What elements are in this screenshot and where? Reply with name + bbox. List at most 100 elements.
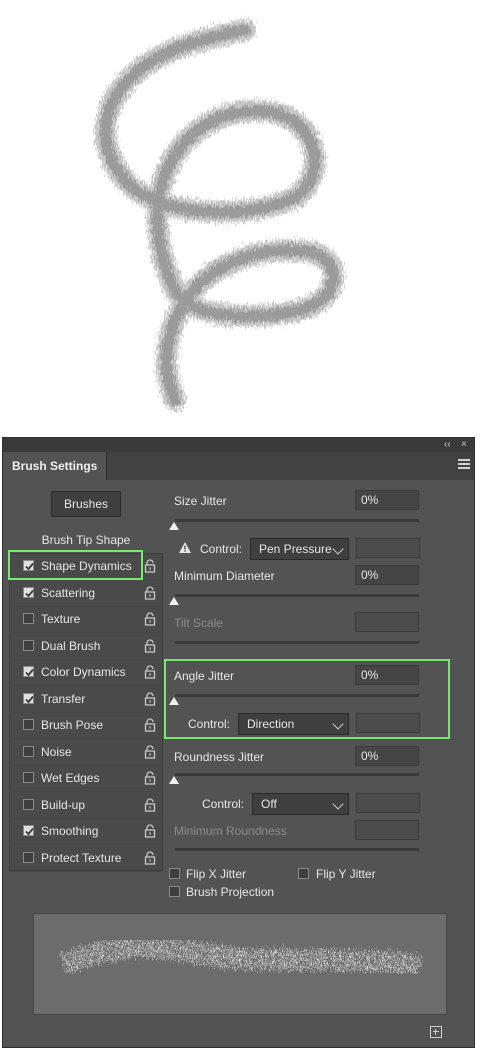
option-color-dynamics[interactable]: Color Dynamics (9, 659, 161, 686)
lock-icon[interactable] (143, 744, 157, 759)
lock-icon[interactable] (143, 797, 157, 812)
roundness-jitter-label: Roundness Jitter (174, 750, 265, 764)
lock-icon[interactable] (143, 638, 157, 653)
lock-icon[interactable] (143, 824, 157, 838)
lock-icon[interactable] (143, 691, 157, 706)
lock-icon[interactable] (143, 771, 157, 785)
option-label: Brush Pose (41, 718, 104, 732)
minimum-diameter-thumb[interactable] (169, 597, 179, 605)
flip-y-checkbox[interactable] (298, 868, 309, 879)
option-label: Smoothing (41, 824, 99, 838)
option-label: Protect Texture (41, 850, 122, 865)
control-value-1 (356, 538, 420, 558)
minimum-roundness-input (355, 820, 419, 840)
option-noise[interactable]: Noise (9, 739, 161, 766)
option-checkbox[interactable] (23, 851, 34, 863)
minimum-roundness-slider (175, 848, 419, 851)
minimum-roundness-label: Minimum Roundness (174, 824, 287, 838)
lock-icon[interactable] (143, 612, 157, 626)
option-label: Wet Edges (41, 771, 100, 785)
tilt-scale-input (355, 612, 419, 632)
option-checkbox[interactable] (23, 825, 34, 836)
option-label: Texture (41, 612, 81, 626)
lock-icon[interactable] (143, 559, 157, 573)
option-build-up[interactable]: Build-up (9, 792, 161, 819)
option-label: Color Dynamics (41, 665, 126, 679)
collapse-icon[interactable]: ‹‹ (444, 438, 451, 452)
lock-icon[interactable] (143, 718, 157, 732)
roundness-jitter-input[interactable]: 0% (355, 746, 419, 766)
option-texture[interactable]: Texture (9, 606, 161, 633)
brush-stroke-preview (33, 913, 447, 1015)
control-select-3[interactable]: Off (252, 793, 349, 815)
tab-row: Brush Settings (3, 452, 474, 480)
option-checkbox[interactable] (23, 692, 34, 704)
option-dual-brush[interactable]: Dual Brush (9, 633, 161, 660)
option-checkbox[interactable] (23, 613, 34, 624)
angle-jitter-input[interactable]: 0% (355, 665, 419, 685)
tab-brush-settings[interactable]: Brush Settings (3, 452, 108, 480)
flip-x-label: Flip X Jitter (186, 867, 247, 881)
brush-projection-label: Brush Projection (186, 885, 275, 899)
tilt-scale-slider (175, 641, 419, 644)
option-checkbox[interactable] (23, 639, 34, 651)
shape-dynamics-highlight (8, 550, 143, 580)
chevron-down-icon (332, 543, 344, 555)
option-checkbox[interactable] (23, 666, 34, 677)
brush-settings-panel: ‹‹ × Brush Settings Brushes Brush Tip Sh… (2, 437, 475, 1048)
option-protect-texture[interactable]: Protect Texture (9, 845, 161, 872)
warning-icon (179, 542, 191, 553)
brush-stroke-canvas (94, 19, 345, 411)
option-scattering[interactable]: Scattering (9, 580, 161, 607)
option-label: Build-up (41, 797, 86, 812)
preview-stroke (59, 936, 421, 977)
option-brush-pose[interactable]: Brush Pose (9, 712, 161, 739)
panel-menu-icon[interactable] (458, 459, 470, 471)
option-wet-edges[interactable]: Wet Edges (9, 765, 161, 792)
control-label-3: Control: (202, 797, 245, 811)
control-select-2[interactable]: Direction (238, 713, 349, 735)
control-select-1[interactable]: Pen Pressure (250, 538, 349, 560)
flip-y-label: Flip Y Jitter (316, 867, 376, 881)
size-jitter-thumb[interactable] (169, 522, 179, 530)
chevron-down-icon (332, 798, 344, 810)
lock-icon[interactable] (143, 665, 157, 679)
lock-icon[interactable] (143, 585, 157, 600)
control-value-2 (356, 713, 420, 733)
chevron-down-icon (332, 718, 344, 730)
roundness-jitter-slider[interactable] (175, 773, 419, 776)
roundness-jitter-thumb[interactable] (169, 776, 179, 784)
option-checkbox[interactable] (23, 772, 34, 783)
option-transfer[interactable]: Transfer (9, 686, 161, 713)
option-label: Scattering (41, 585, 96, 600)
option-smoothing[interactable]: Smoothing (9, 818, 161, 845)
new-preset-icon[interactable] (430, 1026, 442, 1038)
size-jitter-slider[interactable] (175, 519, 419, 522)
option-label: Dual Brush (41, 638, 101, 653)
brush-projection-checkbox[interactable] (169, 886, 180, 897)
control-value-3 (356, 793, 420, 813)
tilt-scale-label: Tilt Scale (174, 616, 223, 630)
close-icon[interactable]: × (461, 438, 467, 452)
size-jitter-label: Size Jitter (174, 494, 227, 508)
lock-icon[interactable] (143, 850, 157, 865)
minimum-diameter-slider[interactable] (175, 594, 419, 597)
panel-top-bar: ‹‹ × (3, 438, 474, 452)
control-label-2: Control: (188, 717, 231, 731)
angle-jitter-thumb[interactable] (169, 697, 179, 705)
brush-options-list: Brush Tip Shape Shape Dynamics Scattering… (8, 527, 163, 872)
option-checkbox[interactable] (23, 586, 34, 598)
option-checkbox[interactable] (23, 719, 34, 730)
minimum-diameter-input[interactable]: 0% (355, 565, 419, 585)
option-label: Transfer (41, 691, 86, 706)
minimum-diameter-label: Minimum Diameter (174, 569, 275, 583)
option-label: Noise (41, 744, 72, 759)
flip-x-checkbox[interactable] (169, 868, 180, 879)
option-checkbox[interactable] (23, 798, 34, 810)
option-checkbox[interactable] (23, 745, 34, 757)
angle-jitter-slider[interactable] (175, 694, 419, 697)
angle-jitter-label: Angle Jitter (174, 669, 235, 683)
size-jitter-input[interactable]: 0% (355, 490, 419, 510)
control-label-1: Control: (200, 542, 243, 556)
brushes-button[interactable]: Brushes (51, 491, 121, 517)
